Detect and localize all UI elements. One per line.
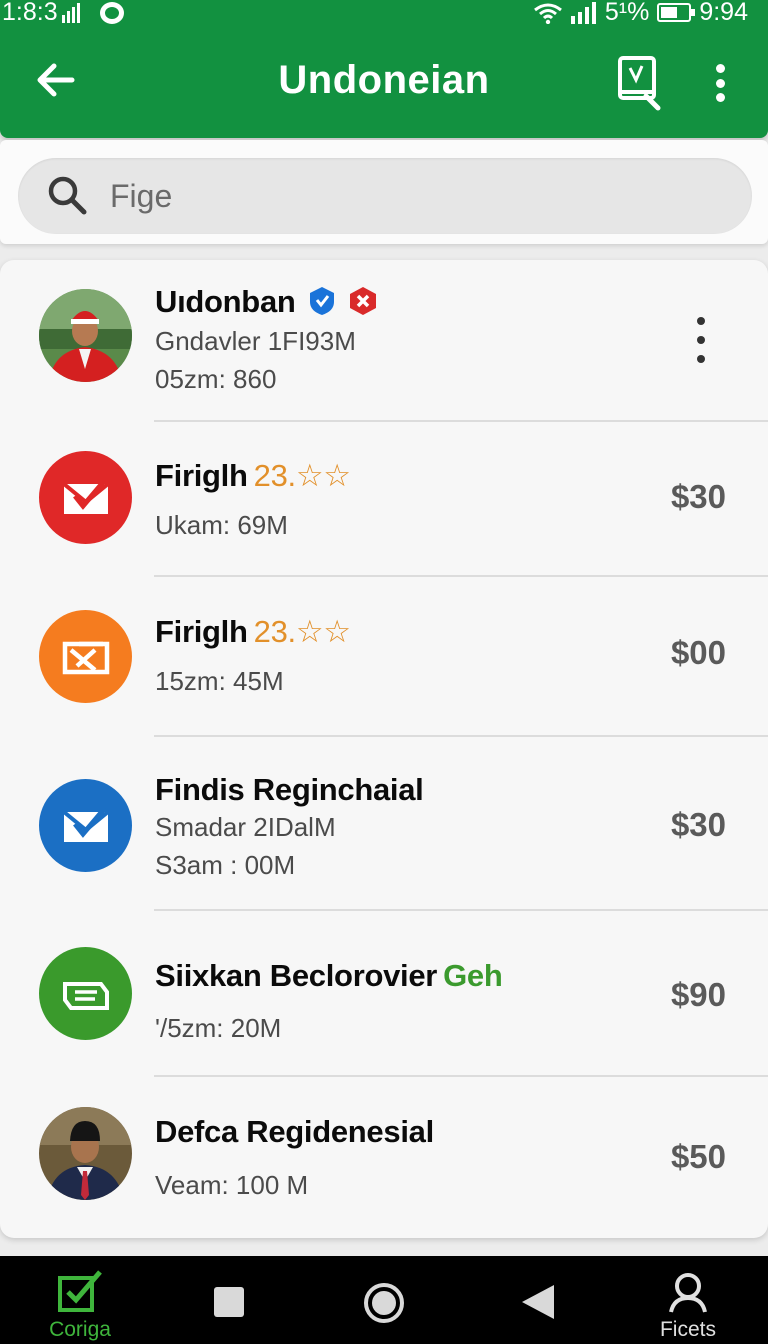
document-search-icon [618, 56, 661, 111]
item-subtitle: Veam: 100 M [155, 1170, 309, 1200]
nav-label: Coriga [49, 1318, 111, 1341]
person-icon [669, 1273, 707, 1313]
result-list: Uıdonban Gndavler 1FI93M 05zm: 860 Firig… [0, 260, 768, 1238]
edit-check-icon [58, 1270, 102, 1312]
red-hex-badge-icon [350, 287, 377, 315]
list-item[interactable]: Uıdonban Gndavler 1FI93M 05zm: 860 [0, 260, 768, 422]
list-item[interactable]: Defca Regidenesial Veam: 100 M $50 [0, 1076, 768, 1238]
item-tag: Geh [443, 958, 503, 993]
signal-icon [61, 2, 80, 23]
item-more-button[interactable] [690, 317, 712, 363]
item-price: $30 [670, 478, 726, 515]
rating: 23.☆☆ [253, 458, 351, 493]
status-time-left: 1:8:3 [2, 0, 58, 26]
item-subtitle: Gndavler 1FI93M [155, 326, 356, 356]
item-price: $30 [670, 806, 726, 843]
wifi-icon [533, 3, 562, 24]
item-subtitle: 15zm: 45M [155, 666, 284, 696]
mail-check-icon [39, 779, 132, 872]
item-meta: S3am : 00M [155, 850, 296, 880]
ticket-icon [39, 947, 132, 1040]
list-item[interactable]: Firiglh 23.☆☆ 15zm: 45M $00 [0, 576, 768, 737]
item-price: $90 [670, 976, 726, 1013]
avatar [39, 1107, 132, 1200]
document-search-button[interactable] [612, 52, 668, 114]
nav-label: Ficets [659, 1318, 716, 1341]
list-item[interactable]: Firiglh 23.☆☆ Ukam: 69M $30 [0, 422, 768, 577]
item-title: Firiglh 23.☆☆ [155, 458, 351, 493]
cell-signal-icon [570, 1, 596, 24]
list-item[interactable]: Siixkan Beclorovier Geh '/5zm: 20M $90 [0, 910, 768, 1077]
recents-square-icon[interactable] [214, 1287, 244, 1317]
app-bar: Undoneian [0, 40, 768, 130]
more-options-button[interactable] [700, 58, 740, 108]
status-bar: 1:8:3 5¹% 9:94 [0, 0, 768, 28]
item-subtitle: '/5zm: 20M [155, 1013, 282, 1043]
search-icon [48, 176, 87, 215]
avatar [39, 289, 132, 382]
nav-item-coriga[interactable]: Coriga [20, 1256, 140, 1344]
search-panel [0, 140, 768, 244]
item-meta: 05zm: 860 [155, 364, 277, 394]
search-box[interactable] [18, 158, 752, 234]
item-title: Defca Regidenesial [155, 1114, 434, 1149]
box-cross-icon [39, 610, 132, 703]
verified-shield-icon [309, 287, 334, 315]
item-title: Findis Reginchaial [155, 772, 424, 807]
item-subtitle: Ukam: 69M [155, 510, 288, 540]
item-title: Uıdonban [155, 284, 378, 320]
home-circle-icon[interactable] [364, 1283, 404, 1323]
item-title: Siixkan Beclorovier Geh [155, 958, 503, 993]
app-header: 1:8:3 5¹% 9:94 Undoneian [0, 0, 768, 138]
back-triangle-icon[interactable] [522, 1285, 554, 1319]
item-title: Firiglh 23.☆☆ [155, 614, 351, 649]
list-item[interactable]: Findis Reginchaial Smadar 2IDalM S3am : … [0, 736, 768, 911]
bottom-navigation: Coriga Ficets [0, 1256, 768, 1344]
battery-icon [657, 3, 696, 22]
mail-check-icon [39, 451, 132, 544]
status-time-right: 9:94 [699, 0, 748, 26]
search-input[interactable] [110, 172, 710, 220]
item-price: $50 [670, 1138, 726, 1175]
sync-circle-icon [99, 1, 124, 24]
item-subtitle: Smadar 2IDalM [155, 812, 336, 842]
nav-item-ficets[interactable]: Ficets [628, 1256, 748, 1344]
item-price: $00 [670, 634, 726, 671]
battery-percent: 5¹% [604, 0, 650, 26]
rating: 23.☆☆ [253, 614, 351, 649]
